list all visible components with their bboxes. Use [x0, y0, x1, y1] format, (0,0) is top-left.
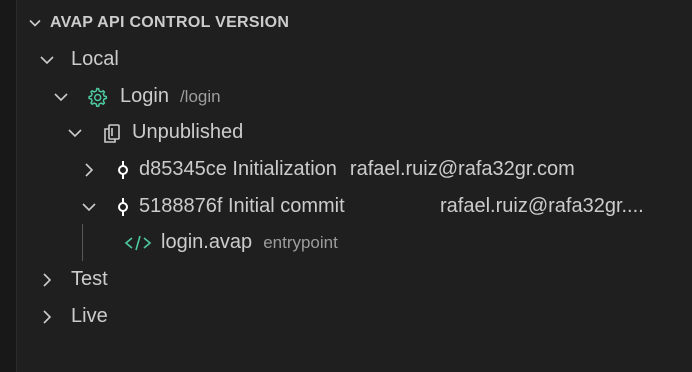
git-commit-icon [116, 159, 130, 181]
code-icon [124, 232, 152, 254]
tree-item-label: d85345ce Initialization [139, 158, 337, 180]
gear-icon [86, 86, 108, 108]
chevron-down-icon[interactable] [82, 200, 96, 214]
chevron-down-icon[interactable] [40, 53, 54, 67]
tree-item-test[interactable]: Test [40, 261, 108, 298]
tree-item-unpublished[interactable]: Unpublished [68, 114, 243, 151]
tree-item-label: 5188876f Initial commit [139, 195, 345, 217]
tree-item-label: Test [71, 268, 108, 290]
tree-item-commit[interactable]: d85345ce Initialization rafael.ruiz@rafa… [82, 151, 575, 188]
chevron-right-icon[interactable] [40, 309, 54, 324]
chevron-down-icon[interactable] [54, 90, 68, 104]
chevron-down-icon[interactable] [68, 126, 82, 140]
git-commit-icon [116, 196, 130, 218]
chevron-right-icon[interactable] [40, 272, 54, 287]
tree-item-label: Unpublished [132, 121, 244, 143]
section-title: AVAP API CONTROL VERSION [50, 13, 290, 31]
tree-item-label: Login [120, 85, 169, 107]
tree-item-login[interactable]: Login /login [54, 78, 221, 115]
tree-item-label: Local [71, 48, 119, 70]
tree-item-commit[interactable]: 5188876f Initial commit rafael.ruiz@rafa… [82, 188, 644, 225]
tree-item-author: rafael.ruiz@rafa32gr.com [349, 158, 575, 180]
tree-item-description: /login [179, 86, 221, 106]
section-header[interactable]: AVAP API CONTROL VERSION [28, 4, 289, 41]
tree-item-label: login.avap [161, 231, 253, 253]
indent-guide [82, 224, 83, 261]
tree-item-live[interactable]: Live [40, 298, 108, 335]
tree-item-local[interactable]: Local [40, 41, 119, 78]
tree-item-label: Live [71, 305, 108, 327]
copy-icon [100, 122, 122, 144]
tree-item-author: rafael.ruiz@rafa32gr.... [440, 195, 644, 217]
chevron-down-icon[interactable] [28, 16, 42, 30]
chevron-right-icon[interactable] [82, 162, 96, 177]
tree-item-description: entrypoint [263, 232, 338, 252]
tree-item-file[interactable]: login.avap entrypoint [124, 224, 338, 261]
